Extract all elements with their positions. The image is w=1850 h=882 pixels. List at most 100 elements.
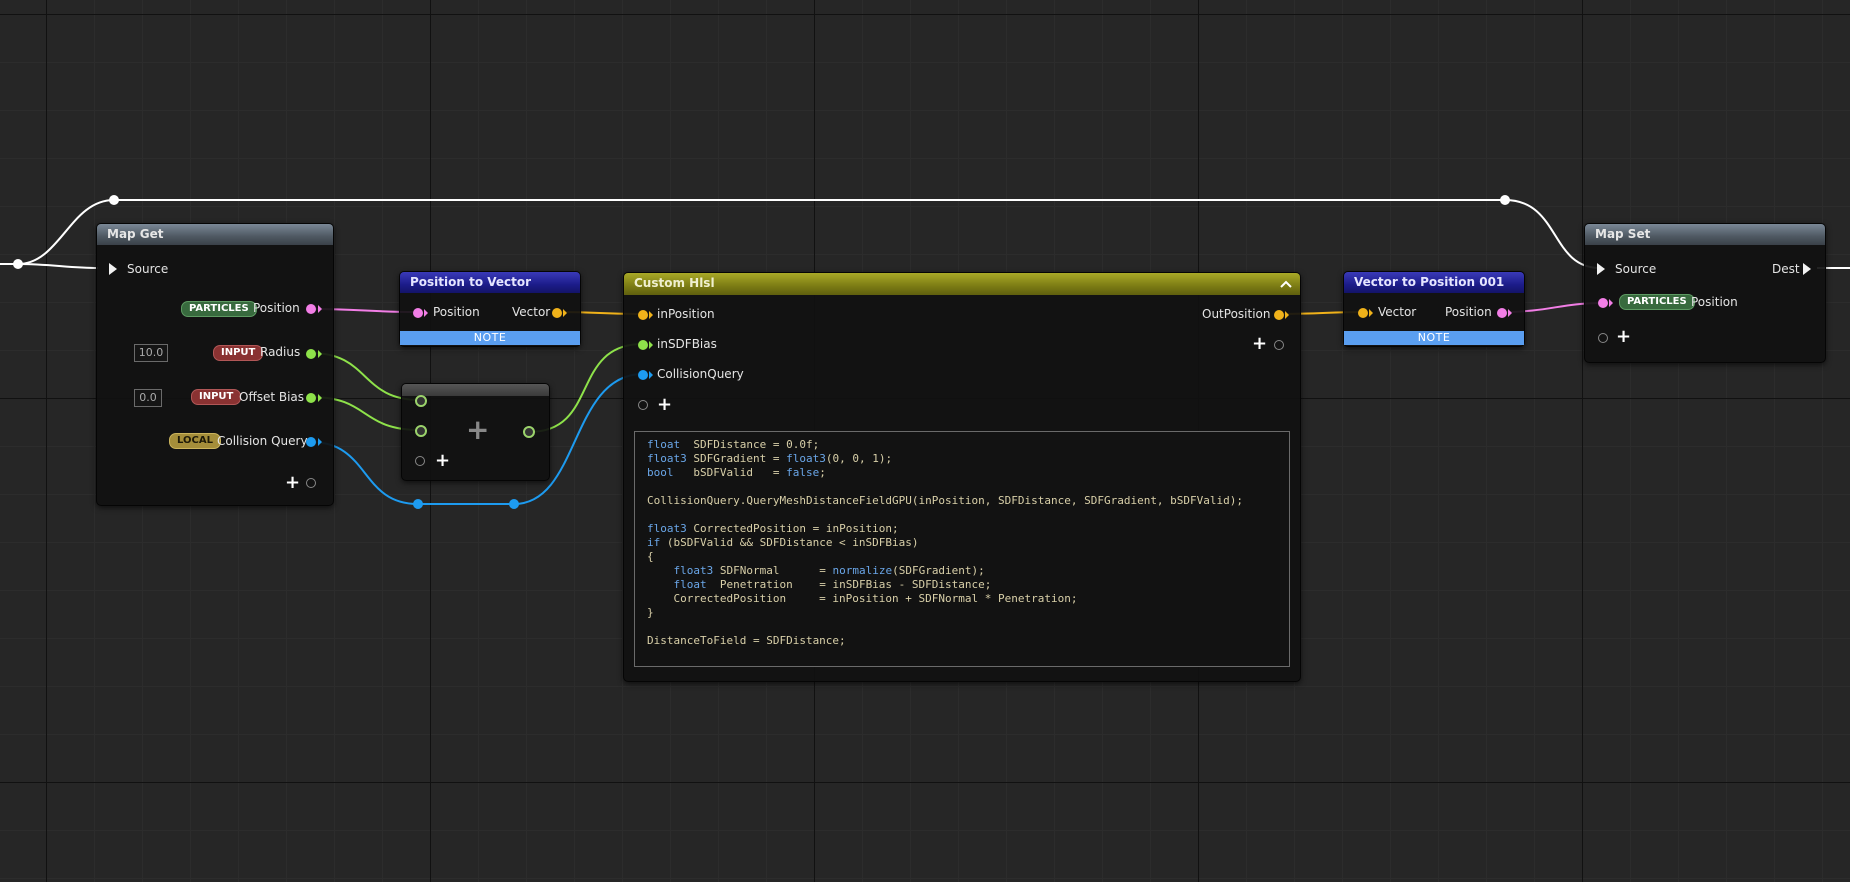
map-set-node[interactable]: Map Set Source Dest PARTICLES Position +	[1584, 223, 1826, 363]
map-get-title: Map Get	[97, 224, 333, 245]
map-set-title: Map Set	[1585, 224, 1825, 245]
code-line: DistanceToField = SDFDistance;	[647, 634, 846, 647]
collision-pin-arrow	[318, 438, 322, 446]
vector-in-arrow	[1369, 309, 1373, 317]
position-pin[interactable]	[306, 304, 316, 314]
source-label: Source	[127, 262, 169, 276]
outposition-label: OutPosition	[1202, 307, 1271, 321]
exec-wire-to-mapget	[17, 263, 99, 269]
radius-value[interactable]: 10.0	[134, 344, 168, 362]
code-line: float3 SDFNormal = normalize(SDFGradient…	[673, 564, 985, 577]
reroute-knot-3[interactable]	[1500, 195, 1510, 205]
code-line: float Penetration = inSDFBias - SDFDista…	[673, 578, 992, 591]
position-in-pin[interactable]	[1598, 298, 1608, 308]
plus-icon[interactable]: +	[285, 474, 300, 492]
code-line: float3 SDFGradient = float3(0, 0, 1);	[647, 452, 893, 465]
reroute-knot-blue-1[interactable]	[413, 499, 423, 509]
position-out-label: Position	[1445, 305, 1492, 319]
plus-icon[interactable]: +	[1616, 328, 1631, 346]
position-label: Position	[253, 301, 300, 315]
chevron-up-icon[interactable]	[1280, 279, 1292, 289]
add-pin[interactable]	[306, 478, 316, 488]
position-to-vector-node[interactable]: Position to Vector Position Vector NOTE	[399, 271, 581, 347]
radius-pin[interactable]	[306, 349, 316, 359]
reroute-knot-1[interactable]	[13, 259, 23, 269]
insdfbias-pin[interactable]	[638, 340, 648, 350]
collisionquery-pin[interactable]	[638, 370, 648, 380]
offset-bias-label: Offset Bias	[239, 390, 305, 404]
local-badge: LOCAL	[169, 433, 221, 449]
vector-to-position-title: Vector to Position 001	[1344, 272, 1524, 293]
vector-to-position-node[interactable]: Vector to Position 001 Vector Position N…	[1343, 271, 1525, 347]
inposition-pin[interactable]	[638, 310, 648, 320]
code-line: float3 CorrectedPosition = inPosition;	[647, 522, 899, 535]
code-line: {	[647, 550, 654, 563]
offset-bias-pin[interactable]	[306, 393, 316, 403]
offset-pin-arrow	[318, 394, 322, 402]
reroute-knot-2[interactable]	[109, 195, 119, 205]
radius-pin-arrow	[318, 350, 322, 358]
code-line: float SDFDistance = 0.0f;	[647, 438, 820, 451]
dest-exec-pin[interactable]	[1803, 263, 1811, 275]
vector-out-pin[interactable]	[552, 308, 562, 318]
source-exec-pin[interactable]	[109, 263, 117, 275]
add-output-pin[interactable]	[523, 426, 535, 438]
dest-label: Dest	[1772, 262, 1800, 276]
position-in-pin[interactable]	[413, 308, 423, 318]
vector-in-label: Vector	[1378, 305, 1417, 319]
add-input-a-pin[interactable]	[415, 395, 427, 407]
outposition-pin[interactable]	[1274, 310, 1284, 320]
insdfbias-arrow	[649, 341, 653, 349]
code-line: if (bSDFValid && SDFDistance < inSDFBias…	[647, 536, 919, 549]
map-get-node[interactable]: Map Get Source PARTICLES Position 10.0 I…	[96, 223, 334, 506]
custom-hlsl-title: Custom Hlsl	[624, 273, 1300, 295]
position-label: Position	[1691, 295, 1738, 309]
position-in-arrow	[424, 309, 428, 317]
insdfbias-label: inSDFBias	[657, 337, 717, 351]
vector-out-label: Vector	[512, 305, 551, 319]
inposition-label: inPosition	[657, 307, 715, 321]
collision-query-pin[interactable]	[306, 437, 316, 447]
add-pin[interactable]	[1598, 333, 1608, 343]
input-badge-offset: INPUT	[191, 389, 242, 405]
reroute-knot-blue-2[interactable]	[509, 499, 519, 509]
particles-badge: PARTICLES	[181, 301, 257, 317]
input-badge-radius: INPUT	[213, 345, 264, 361]
offset-bias-value[interactable]: 0.0	[134, 389, 162, 407]
plus-icon[interactable]: +	[435, 452, 450, 470]
particles-badge: PARTICLES	[1619, 294, 1695, 310]
plus-icon[interactable]: +	[1252, 335, 1267, 353]
position-in-label: Position	[433, 305, 480, 319]
source-exec-pin[interactable]	[1597, 263, 1605, 275]
position-in-arrow	[1609, 299, 1613, 307]
note-bar[interactable]: NOTE	[400, 331, 580, 345]
position-to-vector-title: Position to Vector	[400, 272, 580, 293]
code-line: CorrectedPosition = inPosition + SDFNorm…	[647, 592, 1078, 605]
code-line: bool bSDFValid = false;	[647, 466, 826, 479]
position-pin-arrow	[318, 305, 322, 313]
hlsl-code-editor[interactable]: float SDFDistance = 0.0f; float3 SDFGradi…	[634, 431, 1290, 667]
collisionquery-arrow	[649, 371, 653, 379]
position-out-arrow	[1508, 309, 1512, 317]
source-label: Source	[1615, 262, 1657, 276]
radius-label: Radius	[260, 345, 301, 359]
plus-icon[interactable]: +	[657, 396, 672, 414]
add-extra-pin[interactable]	[415, 456, 425, 466]
add-output-pin[interactable]	[1274, 340, 1284, 350]
add-node-header	[402, 384, 549, 396]
add-input-pin[interactable]	[638, 400, 648, 410]
add-node[interactable]: + +	[401, 383, 550, 481]
position-out-pin[interactable]	[1497, 308, 1507, 318]
code-line: CollisionQuery.QueryMeshDistanceFieldGPU…	[647, 494, 1244, 507]
note-bar[interactable]: NOTE	[1344, 331, 1524, 345]
code-line: }	[647, 606, 654, 619]
custom-hlsl-node[interactable]: Custom Hlsl inPosition inSDFBias Collisi…	[623, 272, 1301, 682]
vector-in-pin[interactable]	[1358, 308, 1368, 318]
collision-query-label: Collision Query	[217, 434, 308, 448]
add-operator-icon: +	[466, 413, 490, 446]
add-input-b-pin[interactable]	[415, 425, 427, 437]
inposition-arrow	[649, 311, 653, 319]
